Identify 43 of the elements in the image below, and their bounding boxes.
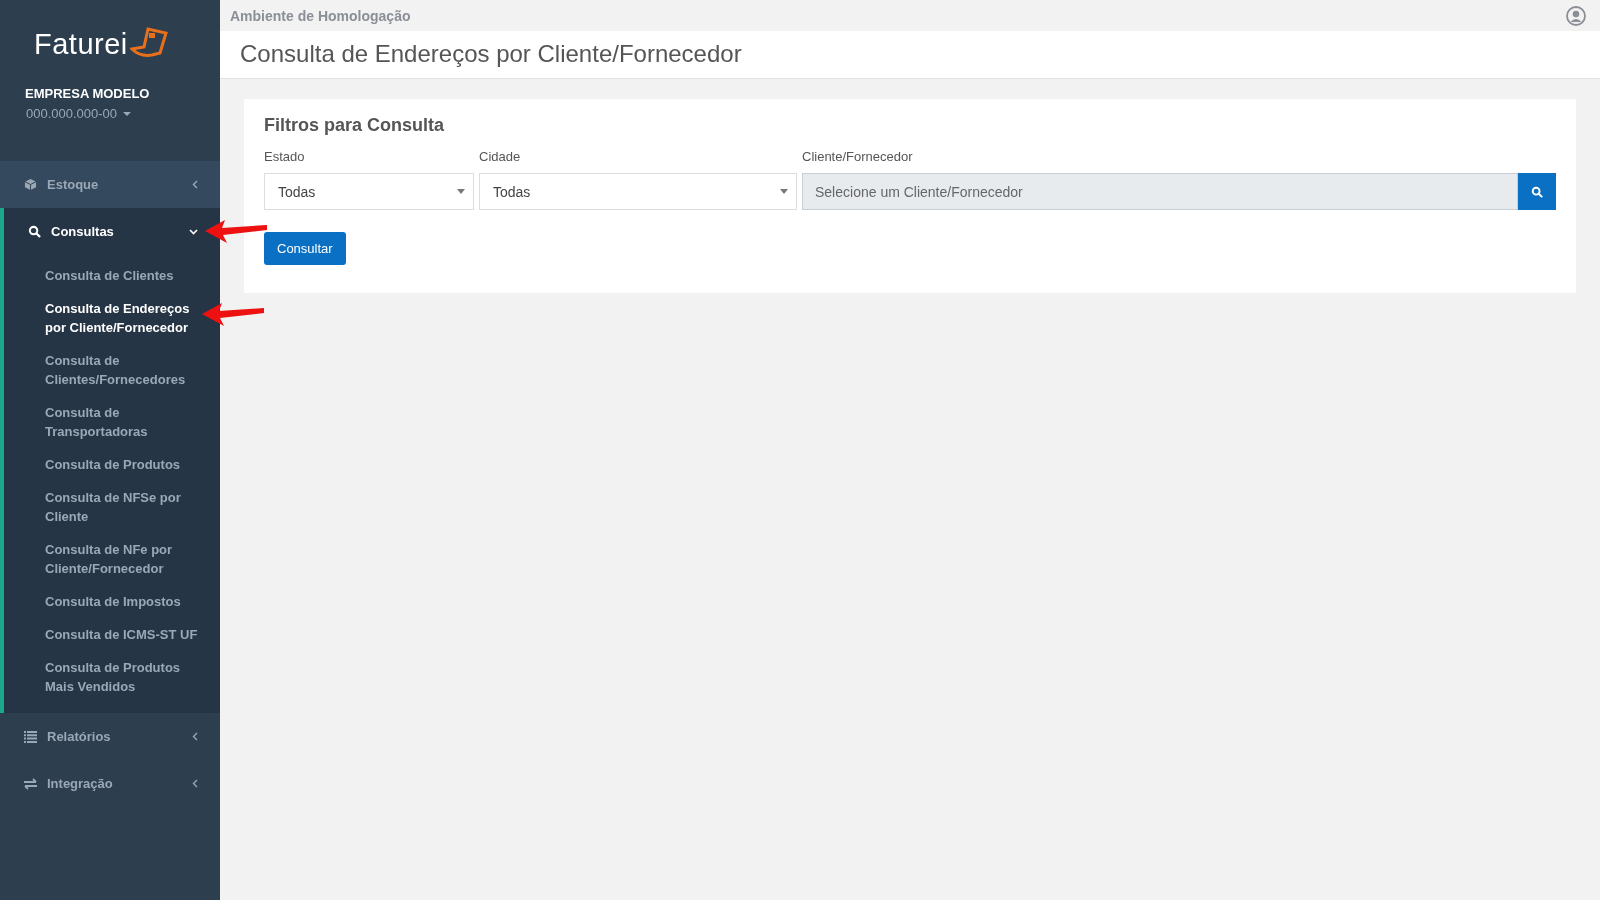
menu-item[interactable]: Relatórios xyxy=(0,713,220,760)
list-icon xyxy=(24,730,37,743)
swap-arrows-icon xyxy=(24,777,37,790)
chevron-down-icon xyxy=(189,227,198,236)
company-name: EMPRESA MODELO xyxy=(25,86,151,101)
page-title: Consulta de Endereços por Cliente/Fornecedor xyxy=(240,40,743,68)
chevron-left-icon xyxy=(191,779,200,788)
menu-item[interactable]: Consultas xyxy=(4,208,198,255)
submenu-item[interactable]: Consulta de NFe por Cliente/Fornecedor xyxy=(4,533,220,585)
section-title: Filtros para Consulta xyxy=(264,115,446,136)
logo-text: Faturei xyxy=(34,27,128,61)
cube-icon xyxy=(24,178,37,191)
submenu-item[interactable]: Consulta de Endereços por Cliente/Fornecedor xyxy=(4,292,198,344)
chevron-left-icon xyxy=(191,732,200,741)
menu-item[interactable]: Integração xyxy=(0,760,220,807)
submenu-item[interactable]: Consulta de ICMS-ST UF xyxy=(4,618,220,651)
search-icon xyxy=(1531,185,1543,198)
submenu-item[interactable]: Consulta de Impostos xyxy=(4,585,220,618)
submenu-item[interactable]: Consulta de Transportadoras xyxy=(4,396,220,448)
annotation-arrow xyxy=(200,301,266,327)
submenu-item[interactable]: Consulta de NFSe por Cliente xyxy=(4,481,220,533)
user-avatar-icon[interactable] xyxy=(1566,5,1586,26)
company-document[interactable]: 000.000.000-00 xyxy=(26,106,118,121)
submenu-item[interactable]: Consulta de Produtos Mais Vendidos xyxy=(4,651,220,703)
submenu-item[interactable]: Consulta de Clientes/Fornecedores xyxy=(4,344,220,396)
field-label: Estado xyxy=(264,149,306,164)
search-icon xyxy=(28,225,41,238)
caret-icon xyxy=(780,189,788,194)
chevron-left-icon xyxy=(191,180,200,189)
dropdown-field[interactable]: Todas xyxy=(264,173,474,210)
menu-item[interactable]: Estoque xyxy=(0,161,220,208)
dropdown-field[interactable]: Todas xyxy=(479,173,797,210)
search-button[interactable] xyxy=(1518,173,1556,210)
annotation-arrow xyxy=(203,218,269,244)
submenu-item[interactable]: Consulta de Produtos xyxy=(4,448,220,481)
field-label: Cliente/Fornecedor xyxy=(802,149,914,164)
submit-button[interactable]: Consultar xyxy=(264,232,346,265)
caret-icon[interactable] xyxy=(123,111,132,116)
field-label: Cidade xyxy=(479,149,522,164)
submenu-item[interactable]: Consulta de Clientes xyxy=(4,259,220,292)
caret-icon xyxy=(457,189,465,194)
search-field[interactable]: Selecione um Cliente/Fornecedor xyxy=(802,173,1518,210)
environment-label: Ambiente de Homologação xyxy=(230,7,411,24)
